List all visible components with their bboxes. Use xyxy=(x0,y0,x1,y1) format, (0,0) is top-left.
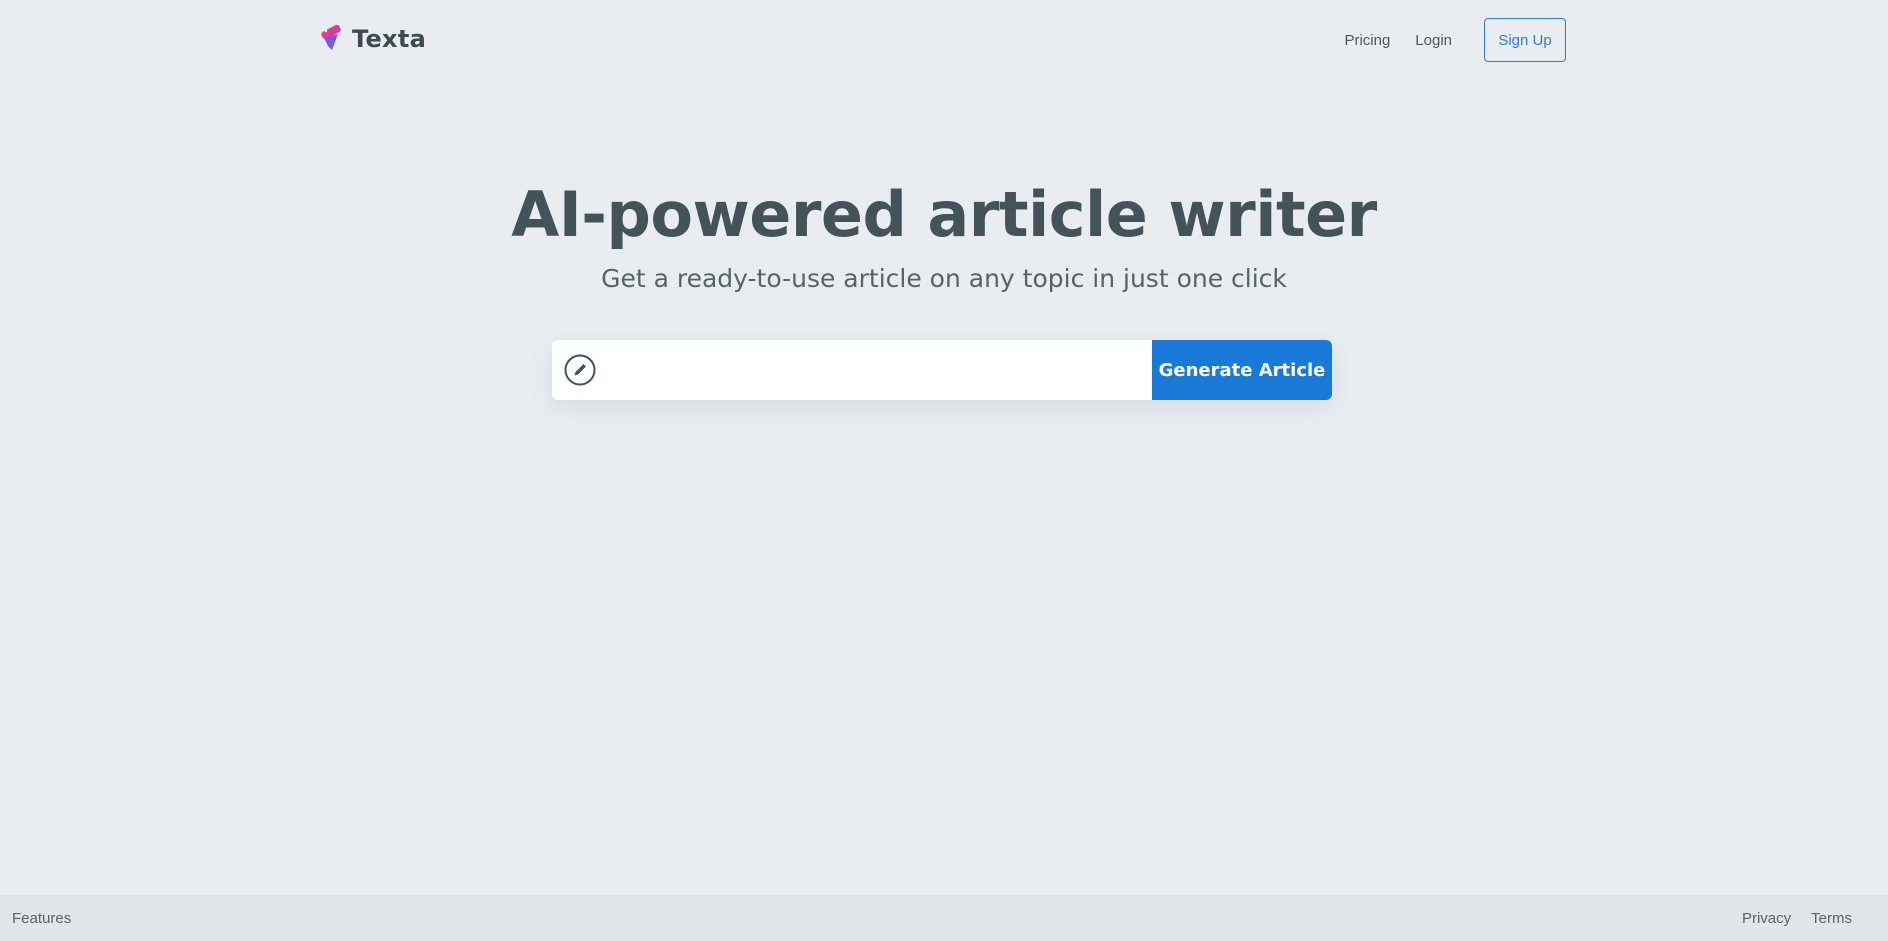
hero-subtitle: Get a ready-to-use article on any topic … xyxy=(601,264,1287,293)
topic-input-wrapper xyxy=(552,340,1152,400)
generate-article-button[interactable]: Generate Article xyxy=(1152,340,1332,400)
footer-features-link[interactable]: Features xyxy=(12,910,71,927)
footer-privacy-link[interactable]: Privacy xyxy=(1742,910,1791,927)
top-nav: Pricing Login Sign Up xyxy=(1344,18,1566,62)
nav-login-link[interactable]: Login xyxy=(1415,32,1452,49)
pencil-icon xyxy=(564,354,596,386)
signup-button[interactable]: Sign Up xyxy=(1484,18,1566,62)
hero-title: AI-powered article writer xyxy=(511,178,1377,251)
hero-section: AI-powered article writer Get a ready-to… xyxy=(0,170,1888,296)
article-generator-form: Generate Article xyxy=(552,340,1332,400)
topic-input[interactable] xyxy=(596,341,1152,399)
texta-logo-icon xyxy=(321,24,341,50)
nav-pricing-link[interactable]: Pricing xyxy=(1344,32,1390,49)
footer-right-links: Privacy Terms xyxy=(1742,910,1876,927)
logo-link[interactable]: Texta xyxy=(318,24,426,54)
site-footer: Features Privacy Terms xyxy=(0,895,1888,941)
site-header: Texta Pricing Login Sign Up xyxy=(0,0,1888,80)
logo-text: Texta xyxy=(352,25,427,53)
footer-terms-link[interactable]: Terms xyxy=(1811,910,1852,927)
page: Texta Pricing Login Sign Up AI-powered a… xyxy=(0,0,1888,941)
